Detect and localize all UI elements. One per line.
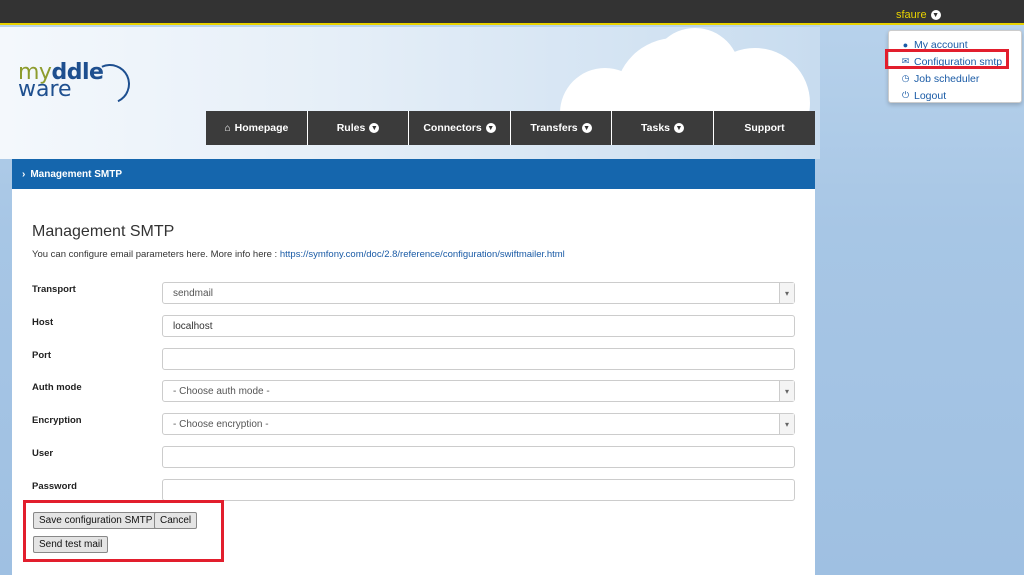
chevron-down-icon: ▼ [674,123,684,133]
power-icon: ⏻ [901,90,910,100]
highlight-box-buttons [23,500,224,562]
chevron-down-icon: ▾ [779,414,794,434]
highlight-box-smtp [885,49,1009,69]
user-label: User [32,448,54,459]
menu-item-logout[interactable]: ⏻ Logout [901,87,1021,104]
user-icon: ● [902,39,909,50]
host-input[interactable]: localhost [162,315,795,337]
host-label: Host [32,317,54,328]
chevron-down-icon: ▾ [779,381,794,401]
cloud-decoration [560,28,820,112]
top-bar: sfaure ▼ [0,0,1024,25]
user-menu-toggle[interactable]: sfaure ▼ [896,9,941,21]
transport-select[interactable]: sendmail ▾ [162,282,795,304]
swiftmailer-doc-link[interactable]: https://symfony.com/doc/2.8/reference/co… [280,249,565,260]
menu-item-job-scheduler[interactable]: ◷ Job scheduler [901,70,1021,87]
nav-rules[interactable]: Rules ▼ [308,111,409,145]
nav-homepage[interactable]: ⌂ Homepage [206,111,308,145]
password-label: Password [32,481,77,492]
transport-label: Transport [32,284,76,295]
breadcrumb: › Management SMTP [12,159,815,189]
auth-mode-select[interactable]: - Choose auth mode - ▾ [162,380,795,402]
intro-text: You can configure email parameters here.… [32,249,565,260]
encryption-label: Encryption [32,415,82,426]
page-title: Management SMTP [32,223,175,240]
clock-icon: ◷ [901,73,910,83]
port-label: Port [32,350,51,361]
myddleware-logo[interactable]: myddle ware [18,58,136,110]
chevron-down-icon: ▼ [369,123,380,133]
chevron-down-icon: ▼ [581,123,592,133]
username: sfaure [896,9,927,21]
home-icon: ⌂ [224,122,231,134]
password-input[interactable] [162,479,795,501]
chevron-down-icon: ▼ [485,123,496,133]
port-input[interactable] [162,348,795,370]
nav-transfers[interactable]: Transfers ▼ [511,111,612,145]
nav-support[interactable]: Support [714,111,815,145]
nav-tasks[interactable]: Tasks ▼ [612,111,714,145]
chevron-down-icon: ▾ [779,283,794,303]
chevron-down-icon: ▼ [930,10,941,20]
user-input[interactable] [162,446,795,468]
nav-connectors[interactable]: Connectors ▼ [409,111,511,145]
main-nav: ⌂ Homepage Rules ▼ Connectors ▼ Transfer… [206,111,815,145]
encryption-select[interactable]: - Choose encryption - ▾ [162,413,795,435]
auth-mode-label: Auth mode [32,382,82,393]
chevron-right-icon: › [22,168,26,180]
